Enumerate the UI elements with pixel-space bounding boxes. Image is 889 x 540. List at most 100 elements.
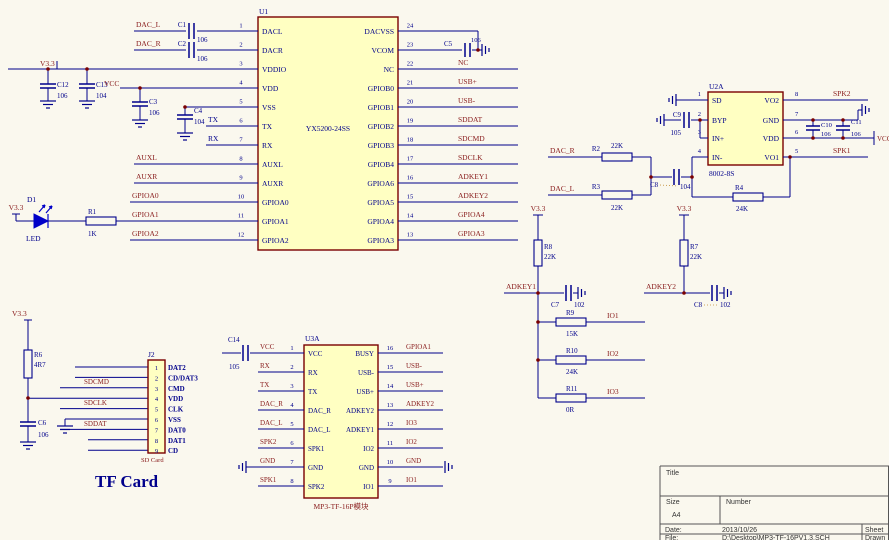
pin-name: GPIOB2 (368, 122, 395, 131)
adkey-io-rows: R9 15K IO1 R10 24K IO2 R11 0R IO3 (538, 309, 645, 414)
schematic-sheet: V3.3 C12 106 C13 104 VCC C3 106 C4 104 D… (0, 0, 889, 540)
pin-name: GND (763, 116, 780, 125)
pin-name: SPK1 (308, 445, 325, 453)
net-label: SDCLK (458, 153, 483, 162)
pin-number: 24 (407, 23, 414, 30)
pin-name: GPIOA2 (262, 236, 289, 245)
pin-name: DAT0 (168, 426, 186, 434)
pin-number: 2 (290, 364, 293, 371)
cap-ref: C4 (194, 107, 203, 115)
pin-name: GPIOA0 (262, 198, 289, 207)
pin-name: DACVSS (364, 27, 394, 36)
pin-name: DACL (262, 27, 283, 36)
pin-number: 15 (387, 364, 394, 371)
schematic-canvas: V3.3 C12 106 C13 104 VCC C3 106 C4 104 D… (0, 0, 889, 540)
ic-u3: U3A MP3-TF-16P模块 1 VCC VCC 2 RX RX 3 TX … (222, 334, 452, 511)
circle (138, 86, 142, 90)
net-label: GPIOA4 (458, 210, 485, 219)
circle (811, 136, 815, 140)
res-value: 24K (736, 205, 748, 213)
pin-number: 8 (290, 478, 293, 485)
pin-name: VDD (262, 84, 279, 93)
cap-ref: C6 (38, 419, 47, 427)
power-label: V3.3 (677, 204, 692, 213)
net-label: AUXR (136, 172, 157, 181)
pin-number: 10 (387, 459, 394, 466)
net-label: SDCMD (84, 378, 109, 386)
res-ref: R6 (34, 351, 43, 359)
net-label: GND (406, 457, 421, 465)
res-value: 22K (611, 204, 623, 212)
net-label: GPIOA3 (458, 229, 485, 238)
pin-name: DAC_L (308, 426, 331, 434)
pin-name: VDD (168, 395, 183, 403)
resistor (556, 318, 586, 326)
net-label: SPK1 (260, 476, 277, 484)
ic-part: MP3-TF-16P模块 (313, 501, 369, 511)
pin-name: GPIOB4 (368, 160, 395, 169)
rect (86, 217, 116, 225)
res-ref: R9 (566, 309, 575, 317)
pin-number: 12 (387, 421, 394, 428)
ic-ref: U1 (259, 7, 268, 16)
pin-name: RX (308, 369, 318, 377)
ic-ref: U2A (709, 82, 724, 91)
pin-name: AUXL (262, 160, 283, 169)
circle (841, 136, 845, 140)
pin-number: 9 (155, 448, 158, 455)
net-label: ADKEY2 (458, 191, 488, 200)
net-label: RX (260, 362, 270, 370)
cap-value: 104 (194, 118, 205, 126)
pin-number: 18 (407, 137, 414, 144)
power-rail-v33: V3.3 C12 106 C13 104 (8, 59, 258, 108)
pin-number: 8 (239, 156, 242, 163)
ground-icon (132, 120, 148, 127)
pin-number: 6 (795, 129, 799, 136)
capacitor-c14: C14 105 (222, 336, 258, 371)
net-label: DAC_R (550, 146, 575, 155)
ground-icon (20, 442, 36, 449)
pin-name: GPIOB0 (368, 84, 395, 93)
cap-value: 106 (149, 109, 160, 117)
net-label: GPIOA0 (132, 191, 159, 200)
circle (841, 118, 845, 122)
rect (304, 345, 378, 498)
cap-ref: C7 (551, 301, 560, 309)
titleblock-file-label: File: (665, 535, 678, 540)
resistor-r1: R1 1K (86, 208, 116, 238)
cap-value: 106 (38, 431, 49, 439)
pin-name: VO1 (764, 153, 779, 162)
net-label: RX (208, 134, 219, 143)
cap-ref: C14 (228, 336, 240, 344)
pin-number: 6 (290, 440, 294, 447)
titleblock-size-label: Size (666, 499, 680, 506)
capacitor-c13: C13 104 (79, 69, 108, 108)
capacitor-c4: C4 104 (177, 107, 205, 140)
capacitor-c10: C10 106 (806, 120, 832, 138)
pin-name: VSS (168, 416, 181, 424)
diode-label: LED (26, 234, 41, 243)
cap-value: 106 (471, 37, 482, 44)
net-label: SDDAT (458, 115, 483, 124)
net-label: AUXL (136, 153, 157, 162)
cap-ref: C10 (821, 122, 832, 129)
power-label: VCC (104, 79, 119, 88)
pin-name: VDDIO (262, 65, 287, 74)
pin-number: 13 (387, 402, 394, 409)
dac-input-network: DAC_R R2 22K DAC_L R3 22K C8 104 (548, 142, 692, 212)
pin-name: IO1 (363, 483, 374, 491)
net-label: IO3 (406, 419, 417, 427)
pin-number: 9 (239, 175, 242, 182)
pin-name: VDD (763, 134, 780, 143)
circle (690, 175, 694, 179)
tf-card-circuit: V3.3 R6 4R7 C6 106 SDCMD SDCLK SDDAT J2 … (12, 309, 198, 491)
pin-number: 2 (155, 375, 158, 382)
net-label: USB- (406, 362, 423, 370)
cap-ref: C5 (444, 40, 453, 48)
cap-ref: C12 (57, 81, 69, 89)
cap-ref: C11 (851, 119, 862, 126)
pin-number: 5 (239, 99, 242, 106)
ground-icon (482, 44, 489, 56)
pin-name: BUSY (355, 350, 374, 358)
polygon (34, 214, 48, 228)
